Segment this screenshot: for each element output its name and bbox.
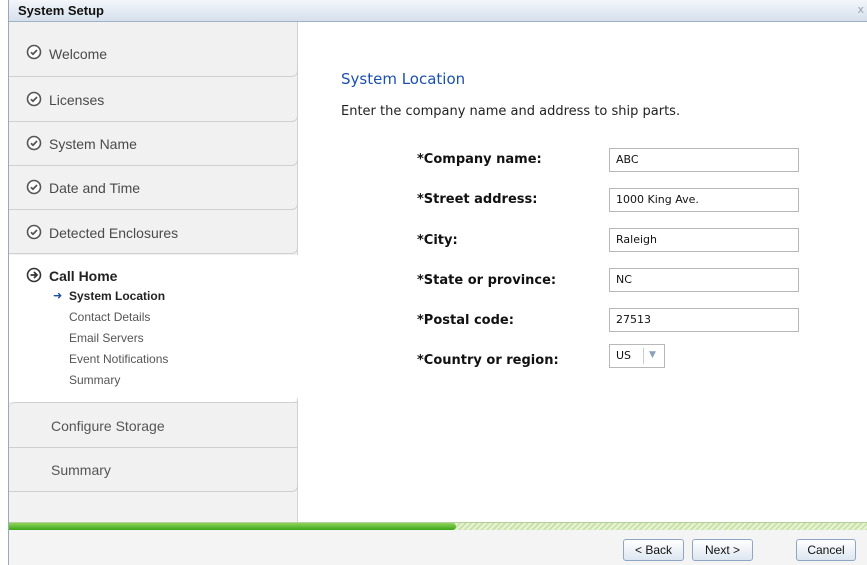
title-bar: System Setup x — [9, 0, 867, 22]
back-button[interactable]: < Back — [623, 539, 684, 561]
check-circle-icon — [26, 179, 42, 195]
wizard-progress-bar — [9, 522, 867, 530]
check-circle-icon — [26, 44, 42, 60]
sidebar-step-label: System Name — [49, 136, 137, 152]
wizard-sidebar: Welcome Licenses System Name Date and Ti… — [9, 22, 298, 522]
country-region-value: US — [616, 349, 632, 362]
sidebar-step-label: Detected Enclosures — [49, 225, 179, 241]
check-circle-icon — [26, 135, 42, 151]
page-title: System Location — [341, 70, 466, 88]
close-icon[interactable]: x — [857, 3, 864, 16]
setup-window: System Setup x Welcome Licenses System N… — [8, 0, 867, 565]
sidebar-step-call-home[interactable]: Call Home ➜ System Location Contact Deta… — [9, 255, 298, 402]
postal-code-field[interactable]: 27513 — [609, 308, 799, 332]
sidebar-step-label: Configure Storage — [51, 418, 165, 434]
sidebar-step-welcome[interactable]: Welcome — [9, 22, 298, 77]
sidebar-step-label: Call Home — [49, 268, 118, 284]
postal-code-label: *Postal code: — [417, 313, 514, 328]
state-province-field[interactable]: NC — [609, 268, 799, 292]
company-name-field[interactable]: ABC — [609, 148, 799, 172]
cancel-button[interactable]: Cancel — [796, 539, 856, 561]
sidebar-step-summary[interactable]: Summary — [9, 448, 298, 492]
substep-contact-details[interactable]: Contact Details — [69, 310, 150, 324]
country-region-label: *Country or region: — [417, 353, 559, 368]
chevron-down-icon[interactable]: ▼ — [649, 350, 656, 360]
current-substep-arrow-icon: ➜ — [53, 289, 63, 302]
select-divider — [643, 348, 644, 364]
city-label: *City: — [417, 233, 458, 248]
wizard-progress-fill — [9, 523, 456, 530]
sidebar-step-date-time[interactable]: Date and Time — [9, 166, 298, 210]
page-description: Enter the company name and address to sh… — [341, 104, 681, 119]
sidebar-step-licenses[interactable]: Licenses — [9, 77, 298, 122]
wizard-footer: < Back Next > Cancel — [9, 530, 867, 565]
sidebar-step-label: Welcome — [49, 46, 108, 62]
sidebar-step-system-name[interactable]: System Name — [9, 122, 298, 166]
sidebar-step-label: Licenses — [49, 92, 105, 108]
sidebar-step-label: Date and Time — [49, 180, 141, 196]
next-button[interactable]: Next > — [692, 539, 753, 561]
window-title: System Setup — [18, 3, 104, 18]
city-field[interactable]: Raleigh — [609, 228, 799, 252]
sidebar-step-detected-enclosures[interactable]: Detected Enclosures — [9, 210, 298, 254]
company-name-label: *Company name: — [417, 152, 542, 167]
sidebar-step-configure-storage[interactable]: Configure Storage — [9, 402, 298, 448]
street-address-label: *Street address: — [417, 192, 538, 207]
check-circle-icon — [26, 224, 42, 240]
country-region-select[interactable]: US ▼ — [609, 344, 665, 368]
substep-event-notifications[interactable]: Event Notifications — [69, 352, 168, 366]
street-address-field[interactable]: 1000 King Ave. — [609, 188, 799, 212]
main-content: System Location Enter the company name a… — [299, 22, 867, 522]
check-circle-icon — [26, 91, 42, 107]
state-province-label: *State or province: — [417, 273, 557, 288]
substep-summary[interactable]: Summary — [69, 373, 120, 387]
arrow-circle-icon — [26, 267, 42, 283]
substep-email-servers[interactable]: Email Servers — [69, 331, 144, 345]
sidebar-step-label: Summary — [51, 462, 111, 478]
substep-system-location[interactable]: System Location — [69, 289, 165, 303]
